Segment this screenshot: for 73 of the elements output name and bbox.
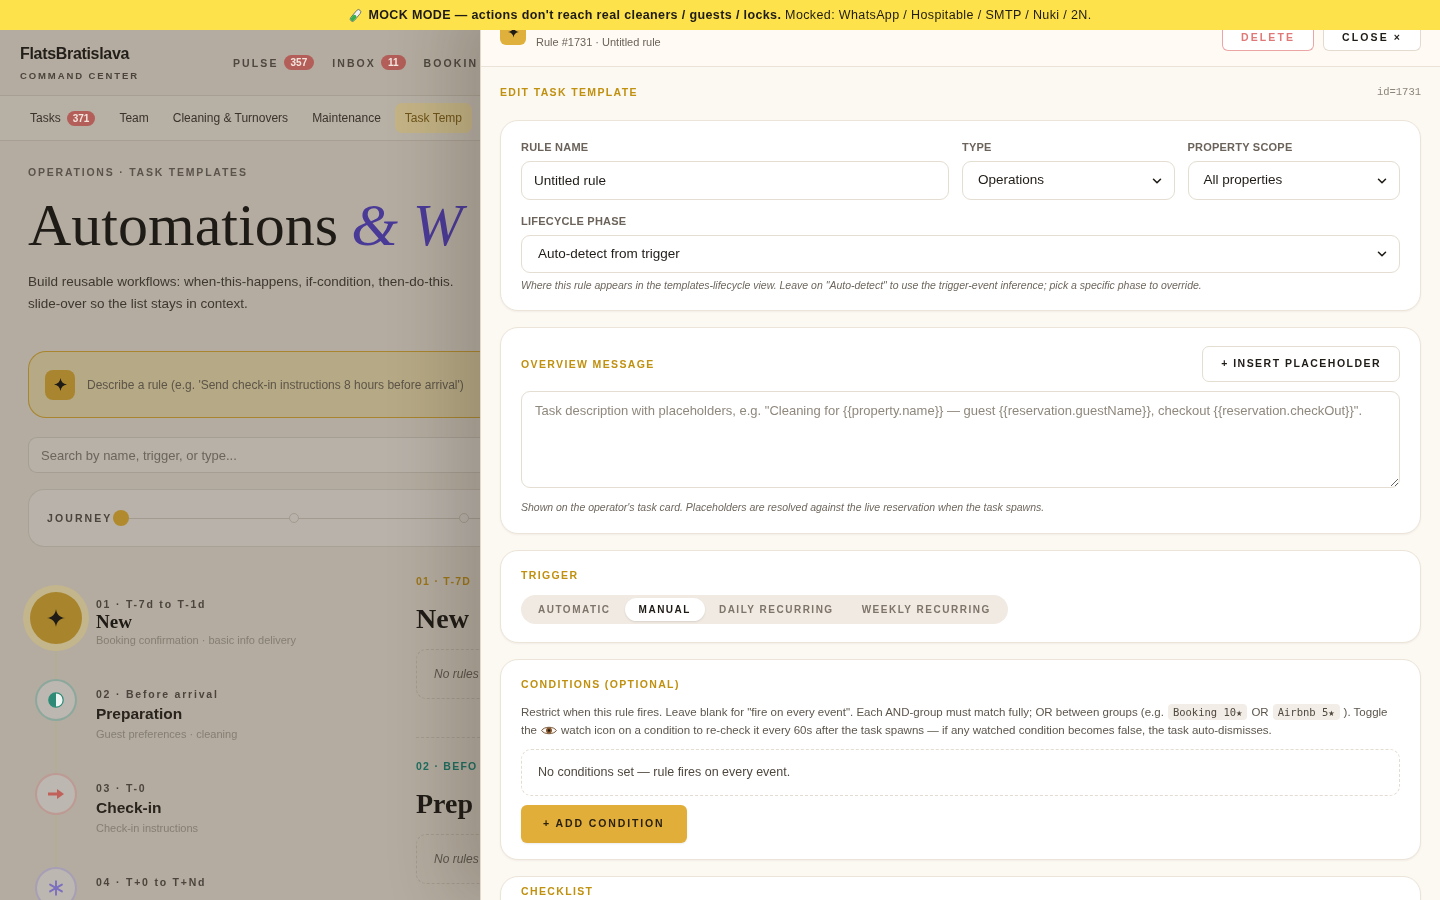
count-badge: 371 [66,110,96,126]
page-eyebrow: OPERATIONS · TASK TEMPLATES [28,166,248,178]
brand-tagline: COMMAND CENTER [20,69,139,82]
page-title: Automations & W [28,194,467,256]
insert-placeholder-button[interactable]: + INSERT PLACEHOLDER [1202,346,1400,382]
asterisk-icon[interactable] [35,867,77,900]
help-text: Restrict when this rule fires. Leave blank for "fire on every event". Each AND-group must match fully; OR between groups (e.g. [521,705,1164,720]
search-field[interactable]: Search by name, trigger, or type... [28,437,480,473]
sparkle-icon [500,30,526,45]
nav-link[interactable]: INBOX 11 [332,55,406,70]
banner-text: MOCK MODE — actions don't reach real cleaners / guests / locks. Mocked: WhatsApp / Hospitable / SMTP / Nuki / 2N. [368,6,1092,24]
arrow-right-icon[interactable] [35,773,77,815]
close-button[interactable]: CLOSE × [1323,30,1421,51]
empty-state-text: No rules [434,851,479,868]
field-label: RULE NAME [521,140,589,154]
text-input[interactable]: Untitled rule [521,161,949,200]
phase-title: Prep [416,787,474,821]
section-title: CHECKLIST [521,885,594,898]
trigger-option[interactable]: AUTOMATIC [524,598,625,621]
code-chip: Airbnb 5★ [1272,704,1340,720]
select-dropdown[interactable]: All properties [1187,161,1400,200]
count-badge: 11 [380,55,406,70]
describe-rule-field[interactable]: Describe a rule (e.g. 'Send check-in instructions 8 hours before arrival') [28,351,480,418]
field-label: TYPE [962,140,992,154]
section-title: EDIT TASK TEMPLATE [500,86,638,99]
step-title[interactable]: New [96,611,132,633]
help-text: OR [1251,705,1269,720]
count-badge: 357 [283,55,315,70]
nav-tab[interactable]: Tasks 371 [20,103,106,133]
step-timing: 02 · Before arrival [96,687,219,701]
step-timing: 01 · T-7d to T-1d [96,597,207,611]
add-condition-button[interactable]: + ADD CONDITION [521,805,687,843]
trigger-option[interactable]: WEEKLY RECURRING [847,598,1005,621]
help-text: watch icon on a condition to re-check it every 60s after the task spawns — if any watched condition becomes false, the task auto-dismisses. [561,723,1272,738]
step-timing: 03 · T-0 [96,781,147,795]
step-title[interactable]: Check-in [96,795,162,821]
nav-tab[interactable]: Maintenance [302,103,391,133]
nav-tab[interactable]: Cleaning & Turnovers [162,103,299,133]
empty-state-text: No rules [434,666,479,683]
rule-subtitle: Rule #1731 · Untitled rule [536,35,661,49]
nav-link[interactable]: BOOKIN [423,55,479,70]
field-label: LIFECYCLE PHASE [521,214,627,228]
nav-tab[interactable]: Task Temp [394,103,472,133]
trigger-option[interactable]: DAILY RECURRING [704,598,848,621]
select-dropdown[interactable]: Operations [962,161,1175,200]
phase-label: 02 · BEFO [416,760,478,773]
sparkle-icon [45,369,75,400]
field-hint: Shown on the operator's task card. Placeholders are resolved against the live reservation when the task spawns. [521,500,1046,514]
eye-icon [541,724,557,736]
overview-message-field[interactable]: Task description with placeholders, e.g. "Cleaning for {{property.name}} — guest {{reservation.guestName}}, checkout {{reservation.checkOut}}". [521,391,1400,488]
help-text: the [521,723,537,738]
brand-name: FlatsBratislava [20,43,130,64]
sparkle-icon[interactable] [30,592,82,644]
section-title: OVERVIEW MESSAGE [521,357,655,371]
field-hint: Where this rule appears in the templates-lifecycle view. Leave on "Auto-detect" to use the trigger-event inference; pick a specific phase to override. [521,278,1203,292]
trigger-option[interactable]: MANUAL [624,598,705,621]
describe-rule-input[interactable]: Describe a rule (e.g. 'Send check-in instructions 8 hours before arrival') [87,372,480,397]
section-title: CONDITIONS (OPTIONAL) [521,678,680,691]
empty-state-text: No conditions set — rule fires on every event. [538,764,791,782]
page-description: Build reusable workflows: when-this-happens, if-condition, then-do-this. slide-over so the list stays in context. [28,273,454,313]
phase-label: 01 · T-7D [416,575,472,588]
select-dropdown[interactable]: Auto-detect from trigger [521,235,1400,273]
step-title[interactable]: Preparation [96,701,183,727]
nav-link[interactable]: PULSE 357 [233,55,315,70]
nav-tab[interactable]: Team [109,103,159,133]
section-title: TRIGGER [521,569,579,582]
phase-title: New [416,602,469,636]
code-chip: Booking 10★ [1167,704,1248,720]
record-id: id=1731 [1376,86,1421,99]
journey-label: JOURNEY [47,511,113,525]
help-text: ). Toggle [1343,705,1388,720]
field-label: PROPERTY SCOPE [1187,140,1293,154]
step-timing: 04 · T+0 to T+Nd [96,875,207,889]
